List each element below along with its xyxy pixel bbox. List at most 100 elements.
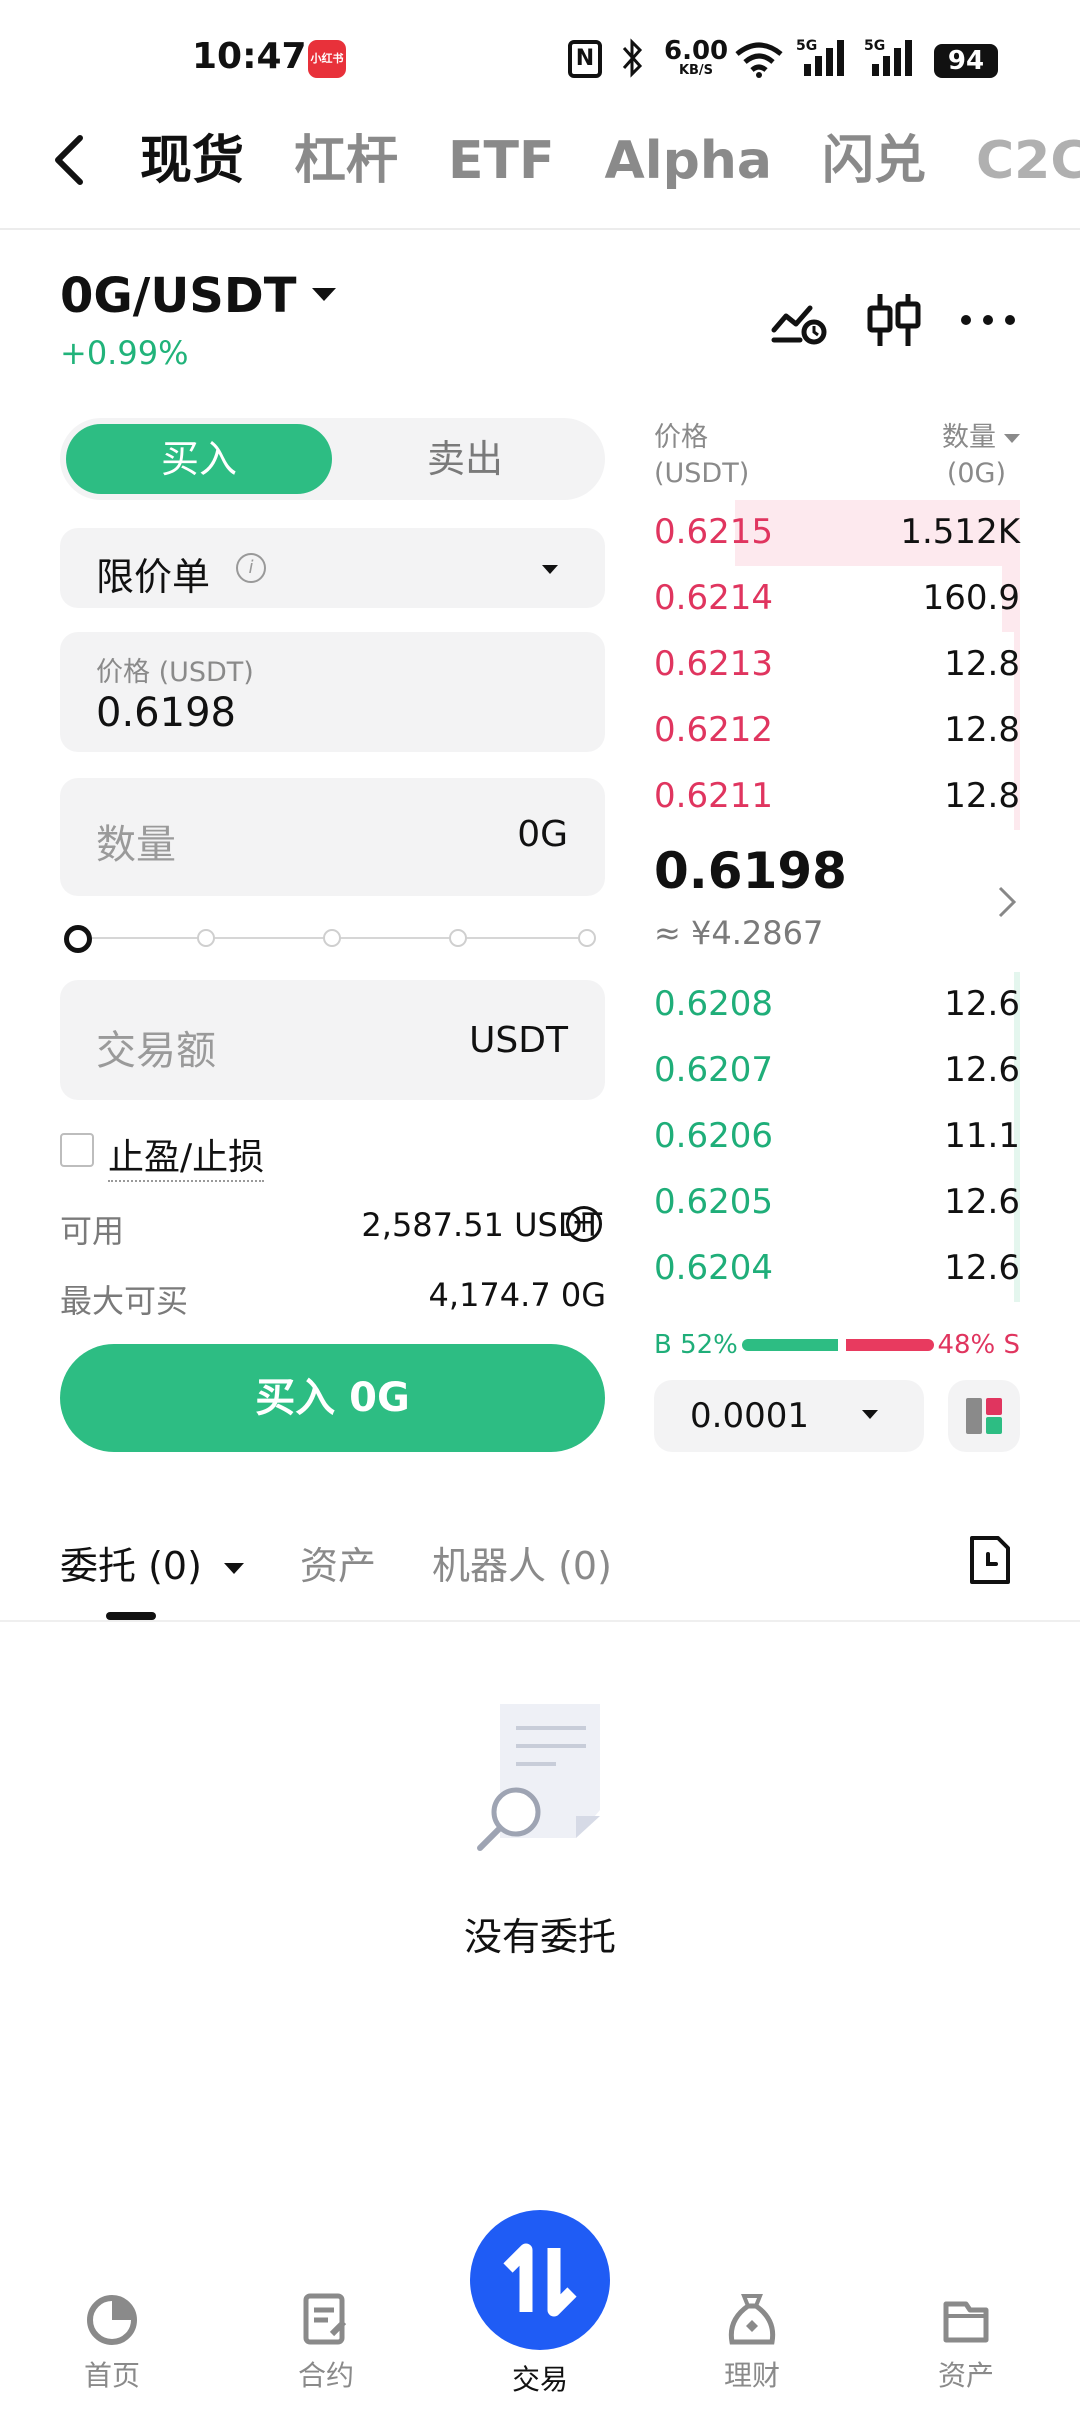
order-history-icon[interactable] [966,1534,1014,1586]
bid-row[interactable]: 0.6206 11.1 [654,1104,1020,1170]
ob-price-header-unit: (USDT) [654,458,750,489]
order-type-label: 限价单 [96,555,211,599]
orderbook-layout-button[interactable] [948,1380,1020,1452]
available-label: 可用 [60,1212,125,1250]
home-icon [82,2290,142,2350]
nav-earn[interactable]: 理财 [672,2290,832,2394]
buy-button[interactable]: 买入 0G [60,1344,605,1452]
bid-price: 0.6205 [654,1182,773,1222]
nav-home-label: 首页 [83,2359,140,2392]
ob-price-header: 价格 (USDT) [654,420,749,492]
back-arrow-icon[interactable] [46,130,94,190]
bid-row[interactable]: 0.6205 12.6 [654,1170,1020,1236]
status-time: 10:47 [192,36,307,77]
quantity-unit: 0G [517,814,568,855]
ask-row[interactable]: 0.6215 1.512K [654,500,1020,566]
pair-selector[interactable]: 0G/USDT [60,268,296,324]
tpsl-label[interactable]: 止盈/止损 [108,1128,265,1182]
contract-icon [296,2290,356,2350]
ask-qty: 12.8 [944,644,1020,684]
ask-price: 0.6213 [654,644,773,684]
chevron-right-icon[interactable] [996,884,1018,920]
trade-arrows-icon [503,2243,577,2317]
last-price-cny: ≈ ¥4.2867 [654,914,824,952]
max-buy-value: 4,174.7 0G [428,1276,606,1314]
add-funds-icon[interactable]: + [566,1206,602,1242]
total-unit: USDT [469,1020,568,1061]
caret-down-icon [1004,434,1020,443]
nav-assets[interactable]: 资产 [886,2290,1046,2394]
bid-qty: 12.6 [944,984,1020,1024]
tab-assets[interactable]: 资产 [300,1535,376,1590]
ask-qty: 160.9 [922,578,1020,618]
bid-price: 0.6204 [654,1248,773,1288]
tab-convert[interactable]: 闪兑 [822,126,926,196]
more-options-icon[interactable] [958,290,1018,350]
bid-qty: 12.6 [944,1248,1020,1288]
ask-price: 0.6215 [654,512,773,552]
tab-margin[interactable]: 杠杆 [294,126,398,196]
price-alert-icon[interactable] [770,290,830,350]
bid-row[interactable]: 0.6208 12.6 [654,972,1020,1038]
signal-1-label: 5G [796,38,818,54]
bluetooth-icon [620,38,644,87]
wallet-icon [936,2290,996,2350]
ask-row[interactable]: 0.6213 12.8 [654,632,1020,698]
tab-etf[interactable]: ETF [448,126,555,196]
bid-price: 0.6208 [654,984,773,1024]
header-divider [0,228,1080,230]
bid-row[interactable]: 0.6207 12.6 [654,1038,1020,1104]
network-speed-value: 6.00 [664,36,729,66]
caret-down-icon [862,1410,878,1419]
ask-row[interactable]: 0.6211 12.8 [654,764,1020,830]
bid-qty: 12.6 [944,1182,1020,1222]
nav-assets-label: 资产 [937,2359,994,2392]
tpsl-checkbox[interactable] [60,1133,94,1167]
buy-tab[interactable]: 买入 [66,424,332,494]
max-buy-label: 最大可买 [60,1282,189,1320]
quantity-placeholder: 数量 [96,822,176,868]
bid-row[interactable]: 0.6204 12.6 [654,1236,1020,1302]
sell-ratio-bar [846,1339,934,1351]
battery-indicator: 94 [934,44,998,78]
empty-orders-illustration [470,1700,610,1860]
candlestick-chart-icon[interactable] [864,290,924,350]
slider-step-25[interactable] [197,929,215,947]
sell-ratio: 48% S [937,1330,1020,1360]
price-value[interactable]: 0.6198 [96,690,236,736]
xiaohongshu-app-icon: 小红书 [308,40,346,78]
money-bag-icon [722,2290,782,2350]
last-price[interactable]: 0.6198 [654,842,847,900]
caret-down-icon [542,565,558,574]
info-icon[interactable]: i [236,553,266,583]
bid-price: 0.6206 [654,1116,773,1156]
sell-tab[interactable]: 卖出 [332,424,598,494]
slider-step-75[interactable] [449,929,467,947]
nav-home[interactable]: 首页 [32,2290,192,2394]
nav-trade[interactable] [470,2210,610,2350]
ob-qty-header[interactable]: 数量 (0G) [942,420,1020,492]
slider-thumb[interactable] [64,925,92,953]
ob-qty-header-label: 数量 [942,422,996,453]
nav-trade-label: 交易 [511,2363,568,2396]
ask-qty: 12.8 [944,710,1020,750]
caret-down-icon [224,1563,245,1574]
ask-price: 0.6211 [654,776,773,816]
caret-down-icon[interactable] [312,288,336,301]
tab-alpha[interactable]: Alpha [605,126,772,196]
tab-spot[interactable]: 现货 [140,126,244,196]
tab-bots[interactable]: 机器人 (0) [432,1535,612,1590]
signal-icon-2: 5G [864,38,918,82]
tab-open-orders-label: 委托 (0) [60,1544,202,1588]
total-placeholder: 交易额 [96,1028,216,1074]
nav-futures[interactable]: 合约 [246,2290,406,2394]
nfc-icon: N [568,40,602,78]
bid-qty: 12.6 [944,1050,1020,1090]
ask-row[interactable]: 0.6214 160.9 [654,566,1020,632]
tab-c2c[interactable]: C2C [976,126,1080,196]
ask-row[interactable]: 0.6212 12.8 [654,698,1020,764]
slider-step-100[interactable] [578,929,596,947]
tab-open-orders[interactable]: 委托 (0) [60,1535,245,1590]
network-speed: 6.00 KB/S [664,38,728,78]
slider-step-50[interactable] [323,929,341,947]
